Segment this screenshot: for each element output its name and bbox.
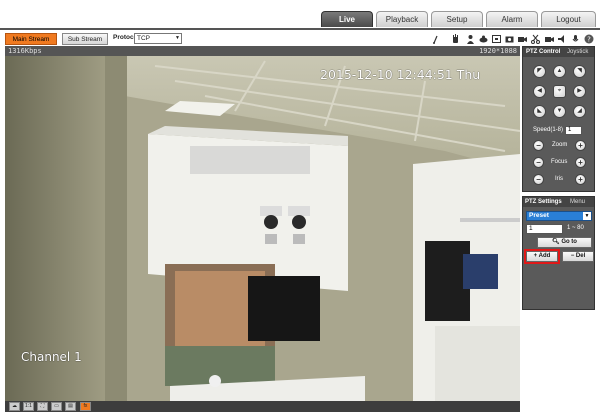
tab-joystick[interactable]: Joystick bbox=[567, 47, 588, 57]
snapshot-icon[interactable] bbox=[505, 34, 514, 44]
scissors-icon[interactable] bbox=[531, 34, 540, 44]
preset-number-value: 1 bbox=[529, 225, 533, 232]
live-video-panel: 1316Kbps 1920*1088 2015-12-10 12:44:51 T… bbox=[5, 46, 520, 412]
goto-label: Go to bbox=[561, 239, 577, 245]
tab-playback[interactable]: Playback bbox=[376, 11, 428, 27]
preset-function-select[interactable]: Preset ▼ bbox=[526, 211, 592, 221]
zoom-icon[interactable] bbox=[492, 34, 501, 44]
video-stats-bar: 1316Kbps 1920*1088 bbox=[5, 46, 520, 56]
goto-button[interactable]: 🔍︎ Go to bbox=[537, 237, 592, 248]
ptz-up-left-button[interactable]: ◤ bbox=[533, 65, 546, 78]
hand-icon[interactable] bbox=[451, 34, 460, 44]
tab-ptz-settings[interactable]: PTZ Settings bbox=[525, 197, 562, 207]
tab-ptz-control[interactable]: PTZ Control bbox=[526, 47, 560, 57]
chevron-down-icon: ▼ bbox=[175, 35, 180, 41]
svg-text:?: ? bbox=[587, 36, 591, 44]
ptz-left-button[interactable]: ◀ bbox=[533, 85, 546, 98]
aspect-ratio-icon[interactable]: ▭ bbox=[51, 402, 62, 411]
ptz-settings-panel: PTZ Settings Menu Preset ▼ 1 1 ~ 80 🔍︎ G… bbox=[522, 196, 595, 310]
tab-setup[interactable]: Setup bbox=[431, 11, 483, 27]
zoom-in-button[interactable]: + bbox=[575, 140, 586, 151]
ptz-down-right-button[interactable]: ◢ bbox=[573, 105, 586, 118]
add-button[interactable]: + Add bbox=[526, 251, 558, 262]
image-adjust-icon[interactable]: ☁ bbox=[9, 402, 20, 411]
tab-live[interactable]: Live bbox=[321, 11, 373, 27]
camera-scene bbox=[5, 56, 520, 401]
video-bottom-toolbar: ☁ 1:1 ⛶ ▭ ▤ fx bbox=[5, 401, 520, 412]
iris-close-button[interactable]: − bbox=[533, 174, 544, 185]
delete-button[interactable]: − Del bbox=[562, 251, 594, 262]
preset-value: Preset bbox=[529, 212, 549, 219]
search-icon: 🔍︎ bbox=[552, 239, 560, 245]
ptz-down-left-button[interactable]: ◣ bbox=[533, 105, 546, 118]
chevron-down-icon: ▼ bbox=[583, 212, 591, 220]
help-icon[interactable]: ? bbox=[584, 34, 594, 44]
fluency-icon[interactable]: ▤ bbox=[65, 402, 76, 411]
ptz-down-button[interactable]: ▼ bbox=[553, 105, 566, 118]
ptz-control-panel: PTZ Control Joystick ◤ ▲ ◥ ◀ ⌖ ▶ ◣ ▼ ◢ S… bbox=[522, 46, 595, 192]
top-nav: Live Playback Setup Alarm Logout bbox=[0, 0, 600, 28]
iris-label: Iris bbox=[555, 176, 563, 182]
main-stream-button[interactable]: Main Stream bbox=[5, 33, 57, 45]
record-video-icon[interactable] bbox=[545, 34, 554, 44]
video-feed[interactable]: 2015-12-10 12:44:51 Thu Channel 1 bbox=[5, 56, 520, 401]
speed-select[interactable]: 1 bbox=[565, 126, 582, 135]
channel-overlay: Channel 1 bbox=[21, 350, 82, 364]
protocol-select[interactable]: TCP ▼ bbox=[134, 33, 182, 44]
ptz-3d-position-button[interactable]: ⌖ bbox=[553, 85, 566, 98]
person-icon[interactable] bbox=[466, 34, 475, 44]
resolution-readout: 1920*1088 bbox=[479, 47, 517, 55]
ptz-right-button[interactable]: ▶ bbox=[573, 85, 586, 98]
wiper-icon[interactable] bbox=[432, 34, 441, 44]
microphone-icon[interactable] bbox=[571, 34, 580, 44]
preset-range-label: 1 ~ 80 bbox=[567, 225, 584, 231]
tab-menu[interactable]: Menu bbox=[570, 197, 585, 207]
add-label: Add bbox=[538, 253, 551, 259]
ptz-control-tabs: PTZ Control Joystick bbox=[523, 47, 594, 57]
focus-in-button[interactable]: + bbox=[575, 157, 586, 168]
ptz-up-button[interactable]: ▲ bbox=[553, 65, 566, 78]
preset-number-input[interactable]: 1 bbox=[526, 224, 563, 234]
fisheye-icon[interactable] bbox=[479, 34, 488, 44]
tab-alarm[interactable]: Alarm bbox=[486, 11, 538, 27]
timestamp-overlay: 2015-12-10 12:44:51 Thu bbox=[320, 67, 481, 82]
original-size-icon[interactable]: 1:1 bbox=[23, 402, 34, 411]
ptz-up-right-button[interactable]: ◥ bbox=[573, 65, 586, 78]
sub-stream-button[interactable]: Sub Stream bbox=[62, 33, 108, 45]
plus-icon: + bbox=[533, 253, 538, 259]
focus-out-button[interactable]: − bbox=[533, 157, 544, 168]
tab-logout[interactable]: Logout bbox=[541, 11, 596, 27]
focus-label: Focus bbox=[551, 159, 568, 165]
minus-icon: − bbox=[570, 253, 575, 259]
iris-open-button[interactable]: + bbox=[575, 174, 586, 185]
ptz-settings-tabs: PTZ Settings Menu bbox=[523, 197, 594, 207]
speed-label: Speed(1-8) bbox=[533, 127, 564, 133]
fx-icon[interactable]: fx bbox=[80, 402, 91, 411]
zoom-out-button[interactable]: − bbox=[533, 140, 544, 151]
speed-value: 1 bbox=[568, 127, 572, 133]
speaker-icon[interactable] bbox=[558, 34, 567, 44]
bitrate-readout: 1316Kbps bbox=[8, 47, 42, 55]
zoom-label: Zoom bbox=[552, 142, 568, 148]
record-icon[interactable] bbox=[518, 34, 527, 44]
del-label: Del bbox=[575, 253, 586, 259]
stream-toolbar: Main Stream Sub Stream Protocol TCP ▼ ? bbox=[0, 28, 600, 46]
fullscreen-icon[interactable]: ⛶ bbox=[37, 402, 48, 411]
protocol-value: TCP bbox=[137, 35, 150, 42]
